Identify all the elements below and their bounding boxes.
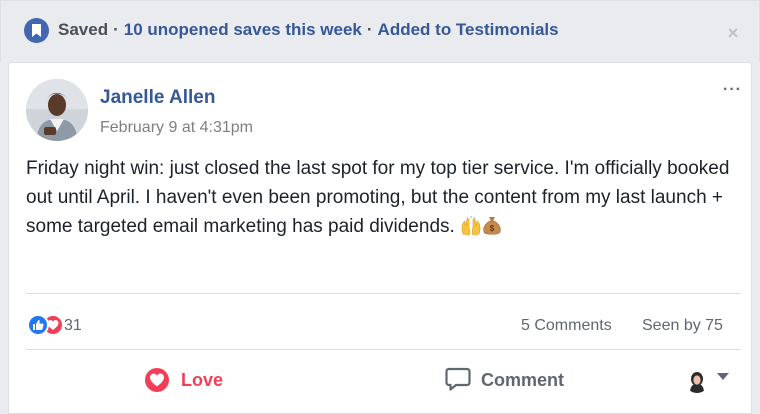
post-card: Janelle Allen February 9 at 4:31pm ··· F… xyxy=(8,62,752,414)
comment-icon xyxy=(445,367,471,391)
svg-text:$: $ xyxy=(490,224,495,233)
post-body-text: Friday night win: just closed the last s… xyxy=(26,158,730,237)
bookmark-icon xyxy=(24,18,49,43)
heart-icon xyxy=(145,368,169,392)
saved-label: Saved xyxy=(58,20,109,39)
banner-text: Saved · 10 unopened saves this week · Added … xyxy=(58,20,559,40)
post-as-selector[interactable] xyxy=(685,369,733,395)
avatar[interactable] xyxy=(26,79,88,141)
comments-count[interactable]: 5 Comments xyxy=(521,317,612,335)
divider xyxy=(26,349,741,350)
post-text: Friday night win: just closed the last s… xyxy=(26,154,741,245)
reaction-count[interactable]: 31 xyxy=(64,317,82,335)
seen-by-count[interactable]: Seen by 75 xyxy=(642,317,723,335)
money-bag-icon: $ xyxy=(482,215,502,245)
banner-separator: · xyxy=(366,20,373,39)
unopened-saves-link[interactable]: 10 unopened saves this week xyxy=(124,20,362,39)
close-icon[interactable]: × xyxy=(723,23,743,43)
raising-hands-icon xyxy=(460,216,482,245)
like-reaction-icon xyxy=(27,314,49,336)
more-options-icon[interactable]: ··· xyxy=(723,82,747,98)
author-name[interactable]: Janelle Allen xyxy=(100,87,215,109)
saved-banner: Saved · 10 unopened saves this week · Added … xyxy=(0,0,760,62)
love-label: Love xyxy=(181,370,224,390)
post-timestamp[interactable]: February 9 at 4:31pm xyxy=(100,118,253,138)
user-avatar-icon xyxy=(685,369,709,393)
collection-link[interactable]: Added to Testimonials xyxy=(378,20,559,39)
banner-separator: · xyxy=(113,20,119,39)
divider xyxy=(26,293,741,294)
chevron-down-icon xyxy=(717,373,729,380)
comment-label: Comment xyxy=(481,370,565,390)
